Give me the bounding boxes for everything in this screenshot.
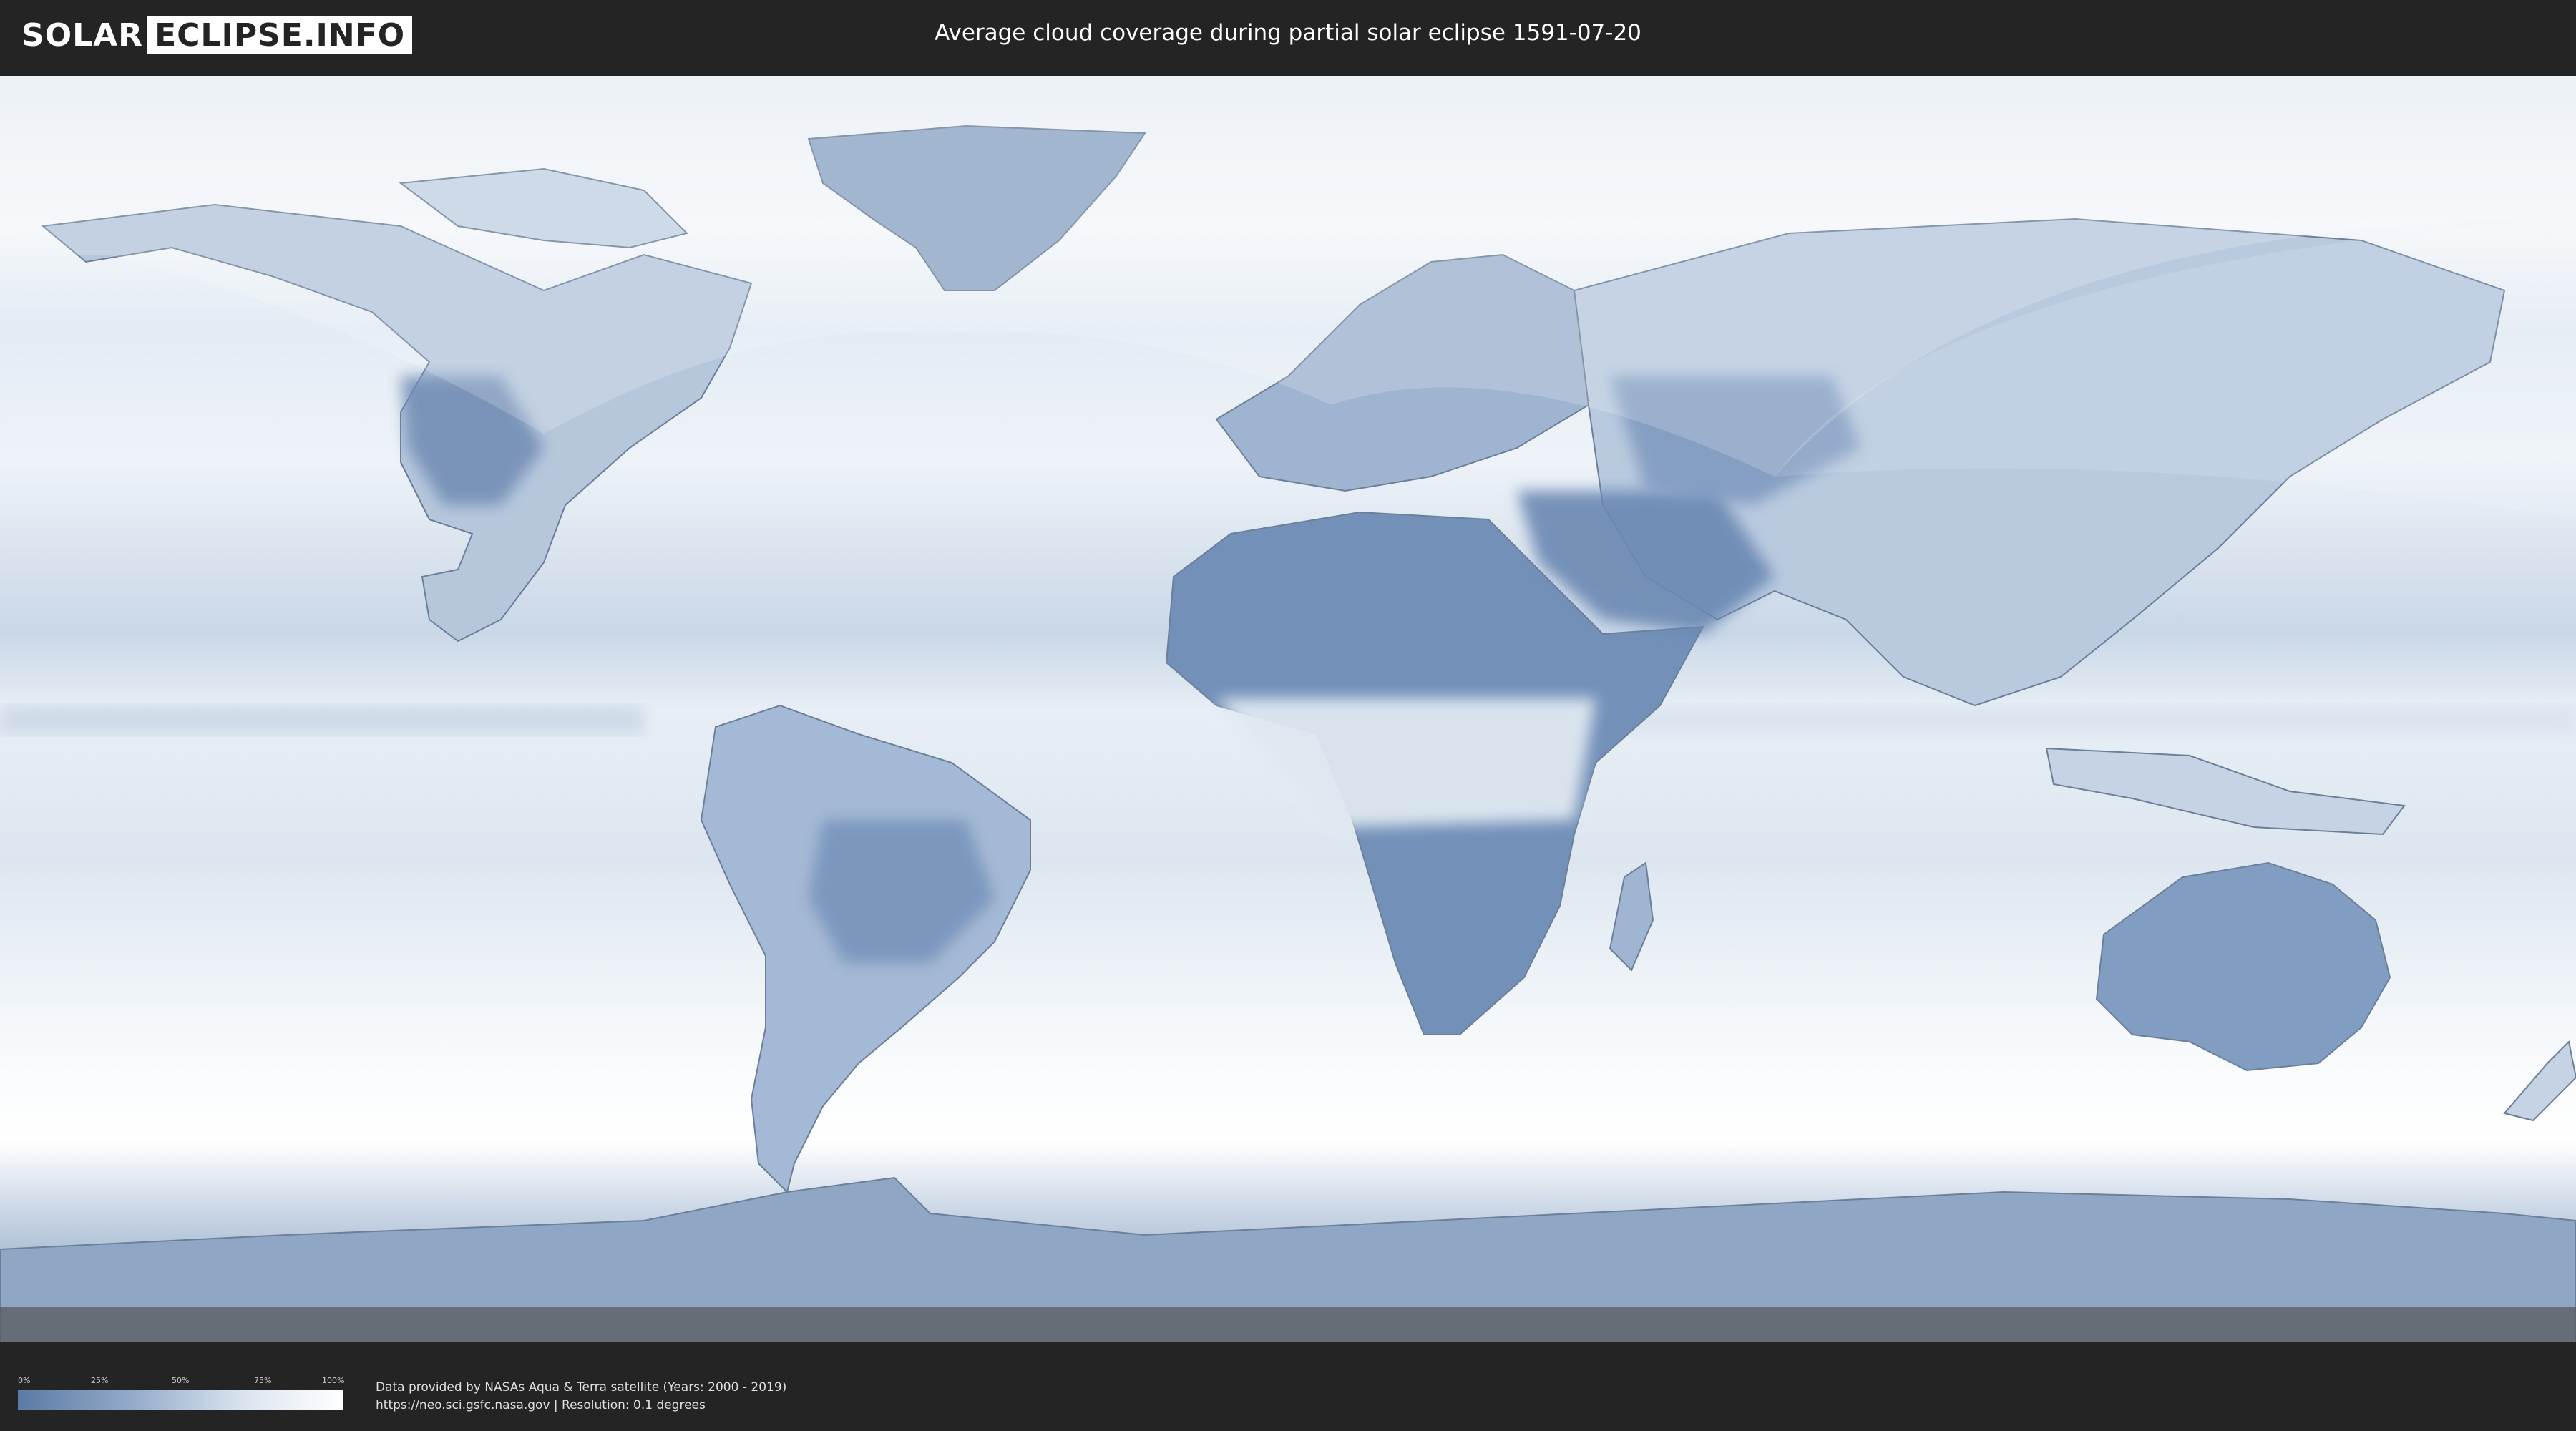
map-bottom-band (0, 1307, 2576, 1342)
map-svg (0, 76, 2576, 1342)
cloud-coverage-legend: 0% 25% 50% 75% 100% (18, 1376, 345, 1410)
data-credits: Data provided by NASAs Aqua & Terra sate… (376, 1379, 786, 1415)
cloud-coverage-map[interactable] (0, 76, 2576, 1342)
legend-tick-75: 75% (254, 1376, 272, 1385)
legend-gradient-bar (18, 1390, 343, 1410)
credits-line-1: Data provided by NASAs Aqua & Terra sate… (376, 1380, 787, 1395)
header-bar: SOLAR ECLIPSE.INFO Average cloud coverag… (0, 0, 2576, 72)
legend-ticks: 0% 25% 50% 75% 100% (18, 1376, 345, 1389)
tropical-clear-band (0, 705, 644, 734)
footer-bar: 0% 25% 50% 75% 100% Data provided by NAS… (0, 1356, 2576, 1431)
page-title: Average cloud coverage during partial so… (935, 20, 1641, 46)
legend-tick-0: 0% (18, 1376, 31, 1385)
legend-tick-100: 100% (322, 1376, 345, 1385)
credits-line-2[interactable]: https://neo.sci.gsfc.nasa.gov | Resoluti… (376, 1397, 786, 1415)
legend-tick-50: 50% (172, 1376, 190, 1385)
legend-tick-25: 25% (91, 1376, 109, 1385)
